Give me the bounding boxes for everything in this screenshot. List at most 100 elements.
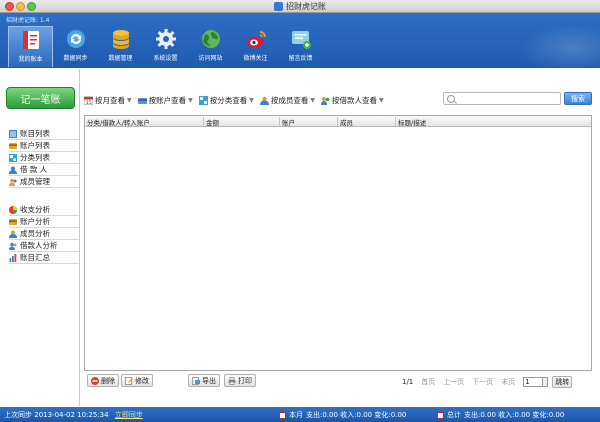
nav-data-sync[interactable]: 数据同步 <box>53 26 98 66</box>
sidebar-item-label: 借款人分析 <box>20 241 58 250</box>
sidebar-group-analysis: 收支分析 账户分析 成员分析 借款人分析 账目汇总 <box>9 204 79 264</box>
sidebar-item-label: 账目列表 <box>20 129 50 138</box>
total-summary: 总计 支出:0.00 收入:0.00 变化:0.00 <box>437 410 564 420</box>
print-button[interactable]: 打印 <box>224 374 256 387</box>
borrower-analysis-icon <box>9 242 17 250</box>
sidebar-item-borrower-analysis[interactable]: 借款人分析 <box>9 240 79 252</box>
sidebar-item-summary[interactable]: 账目汇总 <box>9 252 79 264</box>
sync-icon <box>66 30 85 48</box>
account-icon <box>9 142 17 149</box>
column-header-category[interactable]: 分类/借款人/转入账户 <box>85 117 150 127</box>
view-by-account[interactable]: 按账户查看 ▼ <box>137 95 193 106</box>
search-icon <box>447 95 455 103</box>
delete-button[interactable]: 删除 <box>87 374 119 387</box>
svg-text:15: 15 <box>86 100 92 105</box>
nav-label: 数据管理 <box>108 55 133 62</box>
month-summary: 本月 支出:0.00 收入:0.00 变化:0.00 <box>279 410 406 420</box>
view-by-category[interactable]: 按分类查看 ▼ <box>198 95 254 106</box>
prev-page-button[interactable]: 上一页 <box>443 377 464 387</box>
column-header-amount[interactable]: 金额 <box>203 117 219 127</box>
view-by-month[interactable]: 15 按月查看 ▼ <box>84 95 132 106</box>
pagination: 1/1 首页 上一页 下一页 末页 1 跳转 <box>402 376 573 388</box>
nav-settings[interactable]: 系统设置 <box>143 26 188 66</box>
gear-icon <box>155 29 176 49</box>
last-page-button[interactable]: 末页 <box>501 377 515 387</box>
entries-table: 分类/借款人/转入账户 金额 账户 成员 标题/描述 <box>84 115 592 371</box>
sidebar-item-label: 分类列表 <box>20 153 50 162</box>
nav-label: 访问网站 <box>198 55 223 62</box>
page-number-input[interactable]: 1 <box>523 377 544 387</box>
toolbar-label: 按账户查看 <box>148 95 187 105</box>
close-button[interactable] <box>5 2 14 11</box>
nav-feedback[interactable]: 留言反馈 <box>278 26 323 66</box>
search-button[interactable]: 搜索 <box>564 92 592 105</box>
sidebar: 记一笔账 账目列表 账户列表 分类列表 借 款 人 成员管理 收支分析 账户分析… <box>0 69 80 406</box>
pie-icon <box>9 205 17 214</box>
toolbar-label: 按分类查看 <box>209 95 248 105</box>
nav-my-ledger[interactable]: 我的账本 <box>8 26 53 67</box>
column-header-account[interactable]: 账户 <box>279 117 295 127</box>
sidebar-item-accounts[interactable]: 账户列表 <box>9 140 79 152</box>
export-button[interactable]: 导出 <box>188 374 220 387</box>
list-icon <box>9 129 17 138</box>
nav-weibo[interactable]: 微博关注 <box>233 26 278 66</box>
add-entry-button[interactable]: 记一笔账 <box>6 87 75 109</box>
header-decoration <box>510 21 600 68</box>
sidebar-item-label: 成员分析 <box>20 229 50 238</box>
jump-button[interactable]: 跳转 <box>552 376 573 388</box>
nav-website[interactable]: 访问网站 <box>188 26 233 66</box>
view-by-member[interactable]: 按成员查看 ▼ <box>259 95 315 106</box>
calculator-icon <box>437 411 444 419</box>
sidebar-item-categories[interactable]: 分类列表 <box>9 152 79 164</box>
account-analysis-icon <box>9 218 17 225</box>
header: 招财虎记账: 1.4 我的账本 数据同步 数据管理 系统设置 访问网站 微博关注… <box>0 13 600 68</box>
calendar-icon <box>279 411 286 419</box>
window-title: 招财虎记账 <box>274 1 326 12</box>
weibo-icon <box>246 31 266 48</box>
sidebar-item-member-analysis[interactable]: 成员分析 <box>9 228 79 240</box>
sidebar-item-label: 账目汇总 <box>20 253 50 262</box>
nav-data-manage[interactable]: 数据管理 <box>98 26 143 66</box>
sidebar-item-entries[interactable]: 账目列表 <box>9 128 79 140</box>
page-stepper[interactable] <box>543 377 549 387</box>
sync-now-link[interactable]: 立即同步 <box>115 411 143 419</box>
month-stats: 支出:0.00 收入:0.00 变化:0.00 <box>306 411 407 419</box>
dropdown-caret-icon: ▼ <box>127 96 132 104</box>
sidebar-item-income-analysis[interactable]: 收支分析 <box>9 204 79 216</box>
calendar-icon: 15 <box>84 96 93 105</box>
delete-label: 删除 <box>101 376 115 385</box>
sidebar-item-label: 借 款 人 <box>20 165 48 174</box>
column-header-member[interactable]: 成员 <box>337 117 353 127</box>
app-version: 招财虎记账: 1.4 <box>6 17 50 24</box>
ledger-icon <box>22 31 39 49</box>
table-header: 分类/借款人/转入账户 金额 账户 成员 标题/描述 <box>85 116 591 127</box>
account-view-icon <box>137 97 147 104</box>
next-page-button[interactable]: 下一页 <box>472 377 493 387</box>
total-label: 总计 <box>447 411 461 419</box>
status-bar: 上次同步 2013-04-02 10:25:34 立即同步 本月 支出:0.00… <box>0 407 600 422</box>
dropdown-caret-icon: ▼ <box>188 96 193 104</box>
first-page-button[interactable]: 首页 <box>421 377 435 387</box>
zoom-button[interactable] <box>27 2 36 11</box>
sidebar-item-label: 收支分析 <box>20 205 50 214</box>
members-icon <box>9 178 17 186</box>
view-by-borrower[interactable]: 按借款人查看 ▼ <box>321 95 384 106</box>
sidebar-item-label: 成员管理 <box>20 177 50 186</box>
page-indicator: 1/1 <box>402 378 414 386</box>
nav-label: 数据同步 <box>63 55 88 62</box>
printer-icon <box>228 376 236 385</box>
summary-icon <box>9 253 17 262</box>
dropdown-caret-icon: ▼ <box>379 96 384 104</box>
minimize-button[interactable] <box>16 2 25 11</box>
sidebar-item-borrowers[interactable]: 借 款 人 <box>9 164 79 176</box>
sidebar-item-members[interactable]: 成员管理 <box>9 176 79 188</box>
sidebar-item-account-analysis[interactable]: 账户分析 <box>9 216 79 228</box>
edit-button[interactable]: 修改 <box>121 374 153 387</box>
main-nav: 我的账本 数据同步 数据管理 系统设置 访问网站 微博关注 留言反馈 <box>8 26 323 67</box>
member-view-icon <box>259 96 269 105</box>
edit-label: 修改 <box>135 376 149 385</box>
column-header-description[interactable]: 标题/描述 <box>395 117 426 127</box>
view-toolbar: 15 按月查看 ▼ 按账户查看 ▼ 按分类查看 ▼ 按成员查看 ▼ 按借款人查看… <box>84 93 390 107</box>
sidebar-item-label: 账户列表 <box>20 141 50 150</box>
search-input[interactable] <box>443 92 561 105</box>
